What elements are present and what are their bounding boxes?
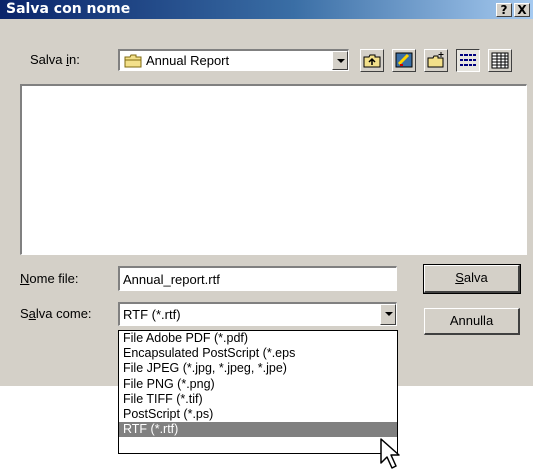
dropdown-option[interactable]: Encapsulated PostScript (*.eps — [119, 346, 397, 361]
dropdown-option-selected[interactable]: RTF (*.rtf) — [119, 422, 397, 438]
save-as-type-label: Salva come: — [20, 306, 92, 321]
list-view-icon — [460, 54, 476, 66]
details-view-button[interactable] — [488, 49, 512, 72]
dropdown-option[interactable]: PostScript (*.ps) — [119, 407, 397, 422]
chevron-down-icon[interactable] — [332, 51, 348, 70]
cancel-button[interactable]: Annulla — [424, 308, 520, 335]
save-as-dialog: Salva con nome ? X Salva in: Annual Repo… — [0, 0, 533, 386]
dropdown-option[interactable]: File PNG (*.png) — [119, 377, 397, 392]
save-button[interactable]: Salva — [423, 264, 521, 294]
details-view-icon — [491, 52, 509, 69]
filename-value: Annual_report.rtf — [123, 272, 220, 287]
help-button[interactable]: ? — [496, 3, 512, 17]
window-title: Salva con nome — [6, 1, 131, 17]
new-folder-icon — [427, 52, 444, 68]
up-one-level-button[interactable] — [360, 49, 384, 72]
save-as-type-combo[interactable]: RTF (*.rtf) — [118, 302, 397, 326]
save-in-combo[interactable]: Annual Report — [118, 49, 349, 71]
close-button[interactable]: X — [514, 3, 530, 17]
save-as-type-value: RTF (*.rtf) — [123, 307, 181, 322]
new-folder-button[interactable] — [424, 49, 448, 72]
folder-icon — [124, 54, 142, 68]
save-as-type-dropdown-list[interactable]: File Adobe PDF (*.pdf) Encapsulated Post… — [118, 330, 398, 454]
file-list[interactable] — [20, 84, 527, 255]
desktop-button[interactable] — [392, 49, 416, 72]
filename-label: Nome file: — [20, 271, 79, 286]
chevron-down-icon[interactable] — [380, 304, 396, 325]
up-one-level-icon — [363, 54, 381, 68]
desktop-icon — [395, 52, 413, 68]
save-in-value: Annual Report — [146, 53, 230, 68]
filename-input[interactable]: Annual_report.rtf — [118, 266, 397, 291]
save-in-label: Salva in: — [30, 52, 80, 67]
title-bar[interactable]: Salva con nome ? X — [0, 0, 533, 19]
dropdown-option[interactable]: File JPEG (*.jpg, *.jpeg, *.jpe) — [119, 361, 397, 376]
dropdown-option[interactable]: File Adobe PDF (*.pdf) — [119, 331, 397, 346]
mouse-pointer-icon — [380, 438, 400, 469]
dropdown-option[interactable]: File TIFF (*.tif) — [119, 392, 397, 407]
list-view-button[interactable] — [456, 49, 480, 72]
